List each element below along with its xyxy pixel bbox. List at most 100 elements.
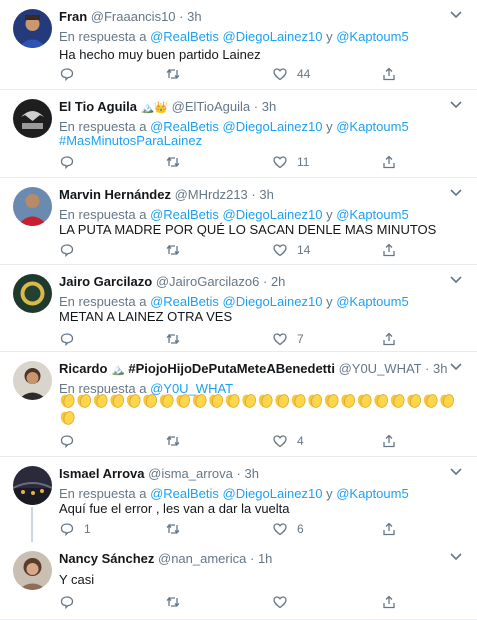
- mention-link[interactable]: @Kaptoum5: [336, 294, 408, 309]
- mention-link[interactable]: @Kaptoum5: [336, 207, 408, 222]
- retweet-icon: [166, 435, 180, 447]
- reply-button[interactable]: [59, 66, 84, 82]
- retweet-button[interactable]: [165, 66, 190, 82]
- hashtag-link[interactable]: #MasMinutosParaLainez: [59, 133, 202, 148]
- user-handle[interactable]: @Fraaancis10: [91, 9, 176, 24]
- tweet[interactable]: Nancy Sánchez @nan_america · 1h Y casi: [0, 542, 477, 620]
- mention-link[interactable]: @RealBetis: [150, 29, 219, 44]
- avatar[interactable]: [13, 9, 52, 48]
- clapping-hands-emoji: [390, 394, 405, 408]
- clapping-hands-emoji: [77, 394, 92, 408]
- user-handle[interactable]: @ElTioAguila: [172, 99, 250, 114]
- tweet[interactable]: Fran @Fraaancis10 · 3h En respuesta a @R…: [0, 0, 477, 90]
- timestamp[interactable]: 3h: [187, 9, 201, 24]
- share-button[interactable]: [381, 154, 397, 170]
- user-handle[interactable]: @MHrdz213: [175, 187, 248, 202]
- mention-link[interactable]: @DiegoLainez10: [223, 207, 323, 222]
- avatar[interactable]: [13, 551, 52, 590]
- like-button[interactable]: 4: [272, 433, 304, 449]
- like-button[interactable]: 6: [272, 521, 304, 537]
- tweet-header: El Tio Aguila 🏔️👑 @ElTioAguila · 3h: [59, 99, 276, 116]
- tweet-actions: 7: [59, 331, 419, 347]
- separator-dot: ·: [253, 99, 259, 114]
- chevron-down-icon[interactable]: [449, 467, 463, 477]
- display-name[interactable]: Jairo Garcilazo: [59, 274, 152, 289]
- chevron-down-icon[interactable]: [449, 188, 463, 198]
- mention-link[interactable]: @RealBetis: [150, 486, 219, 501]
- chevron-down-icon[interactable]: [449, 275, 463, 285]
- mention-link[interactable]: @Kaptoum5: [336, 29, 408, 44]
- tweet[interactable]: Ismael Arrova @isma_arrova · 3h En respu…: [0, 457, 477, 542]
- reply-icon: [60, 523, 74, 537]
- user-handle[interactable]: @JairoGarcilazo6: [156, 274, 260, 289]
- chevron-down-icon[interactable]: [449, 362, 463, 372]
- display-name-hashtag[interactable]: #PiojoHijoDePutaMeteABenedetti: [128, 361, 335, 376]
- reply-button[interactable]: [59, 154, 84, 170]
- share-button[interactable]: [381, 433, 397, 449]
- avatar[interactable]: [13, 466, 52, 505]
- timestamp[interactable]: 3h: [244, 466, 258, 481]
- like-count: 4: [297, 434, 304, 448]
- tweet[interactable]: Jairo Garcilazo @JairoGarcilazo6 · 2h En…: [0, 265, 477, 352]
- user-handle[interactable]: @isma_arrova: [148, 466, 233, 481]
- mention-link[interactable]: @DiegoLainez10: [223, 294, 323, 309]
- share-button[interactable]: [381, 594, 397, 610]
- share-button[interactable]: [381, 521, 397, 537]
- clapping-hands-emoji: [374, 394, 389, 408]
- mention-link[interactable]: @DiegoLainez10: [223, 29, 323, 44]
- mention-link[interactable]: @Kaptoum5: [336, 119, 408, 134]
- timestamp[interactable]: 2h: [271, 274, 285, 289]
- display-name[interactable]: Fran: [59, 9, 87, 24]
- like-button[interactable]: 44: [272, 66, 310, 82]
- reply-prefix: En respuesta a: [59, 294, 147, 309]
- chevron-down-icon[interactable]: [449, 100, 463, 110]
- like-icon: [273, 244, 287, 257]
- reply-button[interactable]: [59, 594, 84, 610]
- timestamp[interactable]: 3h: [433, 361, 447, 376]
- timestamp[interactable]: 1h: [258, 551, 272, 566]
- display-name[interactable]: El Tio Aguila: [59, 99, 137, 114]
- share-button[interactable]: [381, 331, 397, 347]
- reply-button[interactable]: [59, 433, 84, 449]
- timestamp[interactable]: 3h: [262, 99, 276, 114]
- like-button[interactable]: [272, 594, 297, 610]
- avatar[interactable]: [13, 187, 52, 226]
- clapping-hands-emoji: [423, 394, 438, 408]
- mention-link[interactable]: @DiegoLainez10: [223, 119, 323, 134]
- mention-link[interactable]: @RealBetis: [150, 294, 219, 309]
- tweet[interactable]: El Tio Aguila 🏔️👑 @ElTioAguila · 3h En r…: [0, 90, 477, 178]
- avatar[interactable]: [13, 99, 52, 138]
- user-handle[interactable]: @Y0U_WHAT: [339, 361, 422, 376]
- chevron-down-icon[interactable]: [449, 10, 463, 20]
- chevron-down-icon[interactable]: [449, 552, 463, 562]
- mention-link[interactable]: @Kaptoum5: [336, 486, 408, 501]
- tweet-text: #MasMinutosParaLainez: [59, 132, 202, 149]
- retweet-button[interactable]: [165, 154, 190, 170]
- clapping-hands-emoji: [126, 394, 141, 408]
- user-handle[interactable]: @nan_america: [158, 551, 246, 566]
- like-button[interactable]: 7: [272, 331, 304, 347]
- tweet[interactable]: Marvin Hernández @MHrdz213 · 3h En respu…: [0, 178, 477, 265]
- avatar[interactable]: [13, 274, 52, 313]
- share-button[interactable]: [381, 66, 397, 82]
- retweet-button[interactable]: [165, 521, 190, 537]
- display-name[interactable]: Ismael Arrova: [59, 466, 145, 481]
- mention-link[interactable]: @DiegoLainez10: [223, 486, 323, 501]
- reply-button[interactable]: [59, 242, 84, 258]
- display-name[interactable]: Ricardo: [59, 361, 107, 376]
- timestamp[interactable]: 3h: [259, 187, 273, 202]
- retweet-button[interactable]: [165, 242, 190, 258]
- retweet-button[interactable]: [165, 433, 190, 449]
- like-button[interactable]: 14: [272, 242, 310, 258]
- like-button[interactable]: 11: [272, 154, 309, 170]
- share-icon: [383, 434, 395, 448]
- reply-button[interactable]: [59, 331, 84, 347]
- avatar[interactable]: [13, 361, 52, 400]
- share-button[interactable]: [381, 242, 397, 258]
- display-name[interactable]: Marvin Hernández: [59, 187, 171, 202]
- retweet-button[interactable]: [165, 594, 190, 610]
- retweet-button[interactable]: [165, 331, 190, 347]
- mention-link[interactable]: @RealBetis: [150, 207, 219, 222]
- reply-button[interactable]: 1: [59, 521, 91, 537]
- display-name[interactable]: Nancy Sánchez: [59, 551, 154, 566]
